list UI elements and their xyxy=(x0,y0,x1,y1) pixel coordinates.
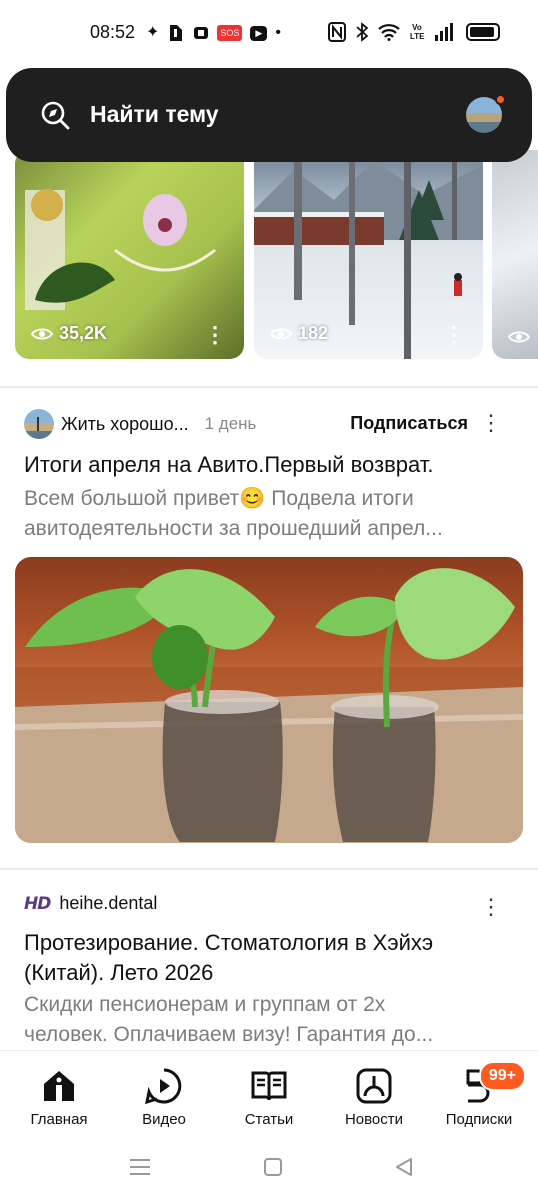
divider xyxy=(0,868,538,870)
status-bar: 08:52 ✦ SOS ▶ • Vo LTE xyxy=(0,0,538,66)
more-icon[interactable]: ⋮ xyxy=(480,896,502,918)
articles-icon xyxy=(251,1071,287,1101)
post-description-line[interactable]: человек. Оплачиваем визу! Гарантия до... xyxy=(24,1020,524,1050)
post-description-line[interactable]: Всем большой привет😊 Подвела итоги xyxy=(24,484,524,514)
search-input[interactable]: Найти тему xyxy=(90,101,219,128)
post-title[interactable]: (Китай). Лето 2026 xyxy=(24,958,524,988)
status-right-icons: Vo LTE xyxy=(328,22,500,42)
post-description-line[interactable]: авитодеятельности за прошедший апрел... xyxy=(24,514,524,544)
post-image[interactable] xyxy=(15,557,523,843)
battery-icon xyxy=(466,23,500,41)
view-count-value: 182 xyxy=(298,323,329,343)
nav-item-video[interactable]: Видео xyxy=(114,1067,214,1128)
video-card[interactable]: 35,2K ⋮ xyxy=(15,150,244,359)
sos-icon: SOS xyxy=(217,25,243,41)
nav-label: Статьи xyxy=(244,1111,294,1128)
post-header: HD heihe.dental xyxy=(24,893,157,914)
channel-name[interactable]: Жить хорошо... xyxy=(61,414,189,435)
dot-icon: • xyxy=(275,24,281,41)
nav-label: Новости xyxy=(344,1111,404,1128)
media-icon xyxy=(194,27,209,39)
post-time: 1 день xyxy=(204,414,257,433)
system-nav-bar xyxy=(0,1140,538,1200)
channel-name[interactable]: heihe.dental xyxy=(59,893,157,914)
nav-item-home[interactable]: Главная xyxy=(9,1067,109,1128)
nav-item-news[interactable]: Новости xyxy=(324,1067,424,1128)
nav-label: Видео xyxy=(142,1111,186,1128)
video-card[interactable]: 182 ⋮ xyxy=(254,150,483,359)
post-description-line[interactable]: Скидки пенсионерам и группам от 2х xyxy=(24,990,524,1020)
video-strip[interactable]: 35,2K ⋮ 182 ⋮ xyxy=(0,150,538,362)
back-icon[interactable] xyxy=(394,1157,414,1177)
view-count-value: 35,2K xyxy=(59,323,108,343)
notification-dot xyxy=(495,94,506,105)
sparkle-icon: ✦ xyxy=(146,24,160,41)
news-icon xyxy=(356,1068,392,1104)
home-icon xyxy=(44,1071,74,1101)
more-icon[interactable]: ⋮ xyxy=(204,324,226,346)
nav-label: Подписки xyxy=(445,1111,513,1128)
video-icon xyxy=(145,1068,182,1105)
eye-icon xyxy=(508,331,530,343)
youtube-icon: ▶ xyxy=(250,25,268,41)
nfc-icon xyxy=(328,22,346,42)
more-icon[interactable]: ⋮ xyxy=(443,324,465,346)
post-title[interactable]: Итоги апреля на Авито.Первый возврат. xyxy=(24,450,524,480)
shield-app-icon xyxy=(170,25,183,41)
search-icon xyxy=(41,101,70,130)
status-left-icons: ✦ SOS ▶ • xyxy=(146,22,281,44)
channel-logo[interactable]: HD xyxy=(24,894,51,914)
nav-item-articles[interactable]: Статьи xyxy=(219,1067,319,1128)
menu-icon[interactable] xyxy=(129,1157,151,1177)
eye-icon xyxy=(270,328,292,339)
volte-icon: Vo LTE xyxy=(410,23,425,41)
status-time: 08:52 xyxy=(90,22,136,42)
post-header: Жить хорошо... 1 день xyxy=(24,409,256,439)
nav-item-subscriptions[interactable]: Подписки 99+ xyxy=(429,1061,529,1128)
search-bar[interactable]: Найти тему xyxy=(6,68,532,162)
post-title[interactable]: Протезирование. Стоматология в Хэйхэ xyxy=(24,928,524,958)
notification-badge: 99+ xyxy=(478,1061,526,1091)
signal-icon xyxy=(435,23,453,41)
view-count: 35,2K xyxy=(31,323,107,344)
video-card[interactable] xyxy=(492,150,538,359)
subscribe-button[interactable]: Подписаться xyxy=(350,413,468,434)
wifi-icon xyxy=(378,24,400,41)
bluetooth-icon xyxy=(356,22,368,42)
channel-avatar[interactable] xyxy=(24,409,54,439)
divider xyxy=(0,386,538,388)
eye-icon xyxy=(31,328,53,339)
home-square-icon[interactable] xyxy=(263,1157,283,1177)
more-icon[interactable]: ⋮ xyxy=(480,412,502,434)
bottom-nav: Главная Видео Статьи Новости Подписки 99… xyxy=(0,1050,538,1140)
view-count: 182 xyxy=(270,323,328,344)
nav-label: Главная xyxy=(30,1111,88,1128)
view-count xyxy=(508,330,530,344)
